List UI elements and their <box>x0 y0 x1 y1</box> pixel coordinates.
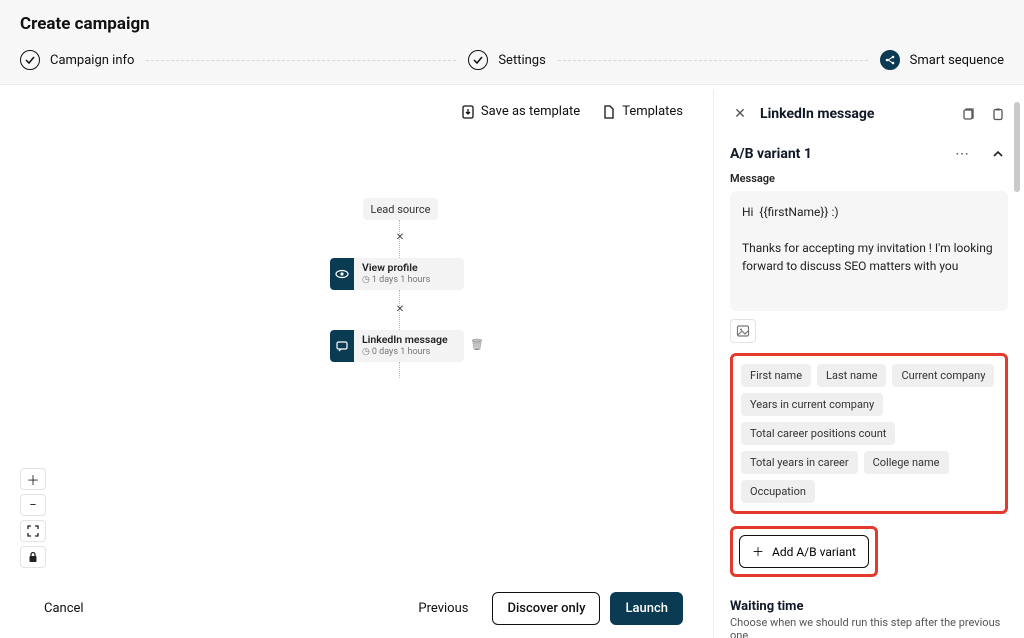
step-settings[interactable]: Settings <box>468 50 545 70</box>
close-icon[interactable]: ✕ <box>730 104 750 124</box>
stepper: Campaign info Settings Smart sequence <box>20 50 1004 84</box>
step-label: Campaign info <box>50 53 134 68</box>
step-connector <box>558 60 868 61</box>
node-lead-source[interactable]: Lead source <box>363 198 438 220</box>
chip-occupation[interactable]: Occupation <box>741 480 815 503</box>
panel-header: ✕ LinkedIn message <box>730 104 1008 124</box>
chip-total-years-career[interactable]: Total years in career <box>741 451 858 474</box>
message-icon <box>330 330 354 362</box>
chip-last-name[interactable]: Last name <box>817 364 886 387</box>
scrollbar-thumb[interactable] <box>1014 102 1020 192</box>
insert-image-button[interactable] <box>730 319 756 343</box>
copy-icon[interactable] <box>958 104 978 124</box>
waiting-title: Waiting time <box>730 599 1008 614</box>
chip-years-current-company[interactable]: Years in current company <box>741 393 883 416</box>
footer: Cancel Previous Discover only Launch <box>0 578 713 638</box>
message-label: Message <box>730 172 1008 185</box>
node-sub: 0 days 1 hours <box>372 347 430 358</box>
step-label: Smart sequence <box>910 53 1004 68</box>
message-textarea[interactable]: Hi {{firstName}} :) Thanks for accepting… <box>730 191 1008 311</box>
clock-icon: ◷ <box>362 347 370 358</box>
sequence-icon <box>880 50 900 70</box>
node-linkedin-message[interactable]: LinkedIn message ◷0 days 1 hours <box>330 330 464 362</box>
canvas: Save as template Templates Lead source ✕ <box>0 90 714 638</box>
cancel-button[interactable]: Cancel <box>30 593 98 624</box>
node-view-profile[interactable]: View profile ◷1 days 1 hours <box>330 258 464 290</box>
step-campaign-info[interactable]: Campaign info <box>20 50 134 70</box>
fit-view-button[interactable] <box>20 520 46 542</box>
check-icon <box>468 50 488 70</box>
trash-icon[interactable]: 🗑 <box>470 338 484 351</box>
node-sub: 1 days 1 hours <box>372 275 430 286</box>
add-variant-highlight: ＋ Add A/B variant <box>730 526 878 577</box>
plus-icon: ＋ <box>752 543 764 560</box>
node-title: LinkedIn message <box>362 334 448 347</box>
node-label: Lead source <box>371 203 431 216</box>
lock-button[interactable] <box>20 546 46 568</box>
check-icon <box>20 50 40 70</box>
zoom-in-button[interactable]: ＋ <box>20 468 46 490</box>
node-title: View profile <box>362 262 430 275</box>
chip-first-name[interactable]: First name <box>741 364 811 387</box>
add-ab-variant-button[interactable]: ＋ Add A/B variant <box>739 535 869 568</box>
variant-header: A/B variant 1 ⋯ <box>730 144 1008 164</box>
step-smart-sequence[interactable]: Smart sequence <box>880 50 1004 70</box>
discover-only-button[interactable]: Discover only <box>492 592 600 625</box>
connector <box>399 362 401 378</box>
chevron-up-icon[interactable] <box>988 144 1008 164</box>
launch-button[interactable]: Launch <box>610 592 683 625</box>
header: Create campaign Campaign info Settings S… <box>0 0 1024 85</box>
side-panel: ✕ LinkedIn message A/B variant 1 ⋯ Messa… <box>714 90 1024 638</box>
waiting-sub: Choose when we should run this step afte… <box>730 616 1008 638</box>
eye-icon <box>330 258 354 290</box>
remove-connector-icon[interactable]: ✕ <box>393 302 407 316</box>
dynamic-vars-highlight: First name Last name Current company Yea… <box>730 353 1008 514</box>
remove-connector-icon[interactable]: ✕ <box>393 230 407 244</box>
chip-college-name[interactable]: College name <box>864 451 949 474</box>
step-connector <box>146 60 456 61</box>
previous-button[interactable]: Previous <box>404 593 482 624</box>
chip-total-positions[interactable]: Total career positions count <box>741 422 895 445</box>
variant-title: A/B variant 1 <box>730 146 812 162</box>
clock-icon: ◷ <box>362 275 370 286</box>
dynamic-variable-chips: First name Last name Current company Yea… <box>741 364 997 503</box>
zoom-out-button[interactable]: − <box>20 494 46 516</box>
panel-title: LinkedIn message <box>760 106 948 122</box>
paste-icon[interactable] <box>988 104 1008 124</box>
flow-canvas[interactable]: Lead source ✕ View profile ◷1 days 1 hou… <box>0 90 713 638</box>
step-label: Settings <box>498 53 545 68</box>
page-title: Create campaign <box>20 14 1004 34</box>
canvas-controls: ＋ − <box>20 468 46 568</box>
more-icon[interactable]: ⋯ <box>952 144 972 164</box>
chip-current-company[interactable]: Current company <box>892 364 994 387</box>
waiting-time-section: Waiting time Choose when we should run t… <box>730 599 1008 638</box>
label: Add A/B variant <box>772 545 856 559</box>
